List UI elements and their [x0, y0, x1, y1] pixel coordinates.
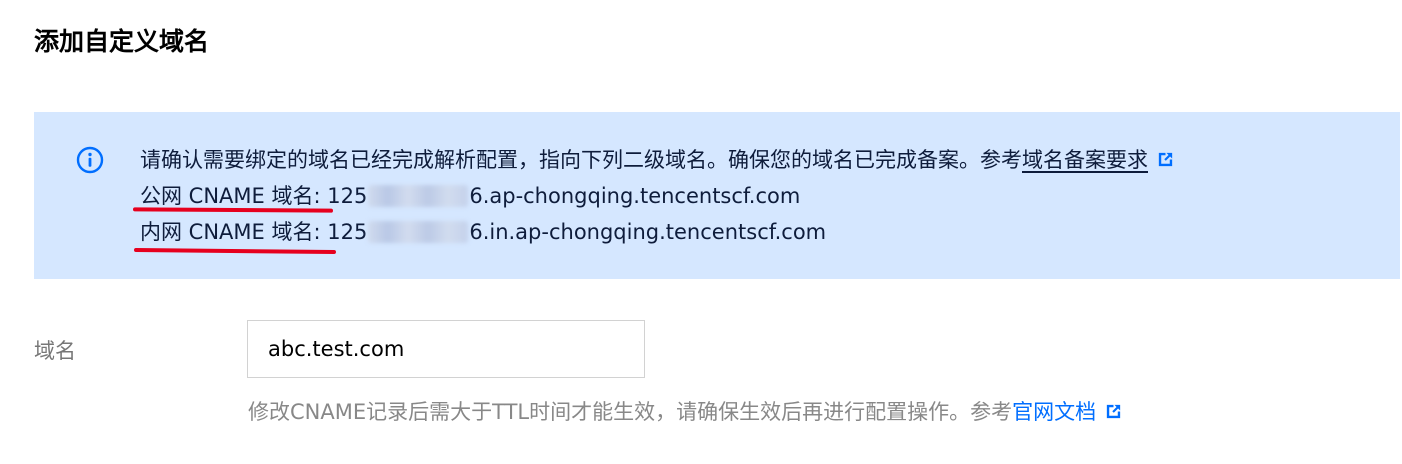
page-title: 添加自定义域名	[34, 27, 210, 56]
official-docs-link[interactable]: 官网文档	[1012, 400, 1096, 424]
external-link-icon[interactable]	[1104, 402, 1123, 421]
private-cname-prefix: : 125	[313, 220, 368, 244]
external-link-icon[interactable]	[1156, 150, 1175, 169]
domain-help-text: 修改CNAME记录后需大于TTL时间才能生效，请确保生效后再进行配置操作。参考官…	[248, 397, 1123, 427]
public-cname-label: 公网 CNAME 域名	[140, 184, 314, 208]
private-cname-row: 内网 CNAME 域名: 125 6.in.ap-chongqing.tencen…	[140, 217, 826, 247]
private-cname-label: 内网 CNAME 域名	[140, 220, 314, 244]
help-message: 修改CNAME记录后需大于TTL时间才能生效，请确保生效后再进行配置操作。参考	[248, 400, 1013, 424]
info-icon	[76, 146, 104, 174]
public-cname-row: 公网 CNAME 域名: 125 6.ap-chongqing.tencentsc…	[140, 181, 800, 211]
domain-field-label: 域名	[34, 339, 76, 363]
public-cname-suffix: 6.ap-chongqing.tencentscf.com	[469, 184, 801, 208]
public-cname-prefix: : 125	[313, 184, 368, 208]
domain-input[interactable]	[247, 320, 645, 378]
notice-message-line: 请确认需要绑定的域名已经完成解析配置，指向下列二级域名。确保您的域名已完成备案。…	[140, 145, 1175, 175]
notice-message: 请确认需要绑定的域名已经完成解析配置，指向下列二级域名。确保您的域名已完成备案。…	[140, 148, 1022, 172]
redacted-mask	[368, 185, 469, 207]
redacted-mask	[368, 221, 469, 243]
domain-filing-requirements-link[interactable]: 域名备案要求	[1022, 148, 1148, 172]
private-cname-suffix: 6.in.ap-chongqing.tencentscf.com	[469, 220, 827, 244]
